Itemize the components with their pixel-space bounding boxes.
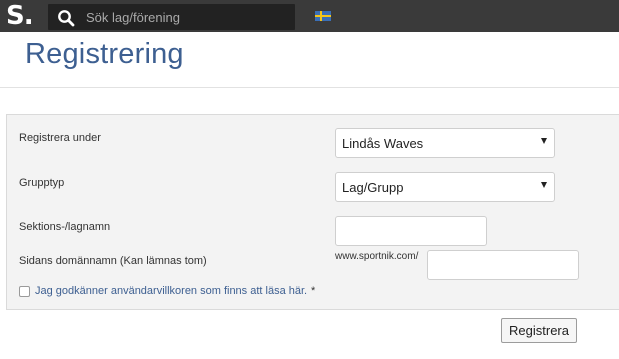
register-button[interactable]: Registrera — [501, 318, 577, 343]
domain-prefix: www.sportnik.com/ — [335, 251, 419, 262]
flag-cross-horizontal — [315, 15, 331, 17]
register-under-value: Lindås Waves — [342, 136, 424, 151]
terms-checkbox[interactable] — [19, 286, 30, 297]
flag-cross-vertical — [320, 11, 322, 21]
domain-input[interactable] — [427, 250, 579, 280]
sweden-flag-icon[interactable] — [315, 11, 331, 21]
group-type-select[interactable]: Lag/Grupp — [335, 172, 555, 202]
search-icon[interactable] — [57, 9, 75, 27]
terms-link[interactable]: Jag godkänner användarvillkoren som finn… — [35, 285, 307, 297]
group-type-value: Lag/Grupp — [342, 180, 404, 195]
section-name-input[interactable] — [335, 216, 487, 246]
register-under-label: Registrera under — [19, 132, 101, 144]
page-title: Registrering — [25, 38, 184, 70]
search-input[interactable] — [86, 7, 286, 27]
domain-label: Sidans domännamn (Kan lämnas tom) — [19, 255, 207, 267]
site-logo[interactable]: S. — [6, 1, 34, 31]
title-divider — [0, 87, 619, 88]
section-name-label: Sektions-/lagnamn — [19, 221, 111, 233]
search-box[interactable] — [48, 4, 295, 30]
required-marker: * — [311, 285, 316, 297]
group-type-label: Grupptyp — [19, 177, 65, 189]
chevron-down-icon — [541, 138, 547, 144]
register-under-select[interactable]: Lindås Waves — [335, 128, 555, 158]
chevron-down-icon — [541, 182, 547, 188]
top-navigation-bar: S. — [0, 0, 619, 32]
